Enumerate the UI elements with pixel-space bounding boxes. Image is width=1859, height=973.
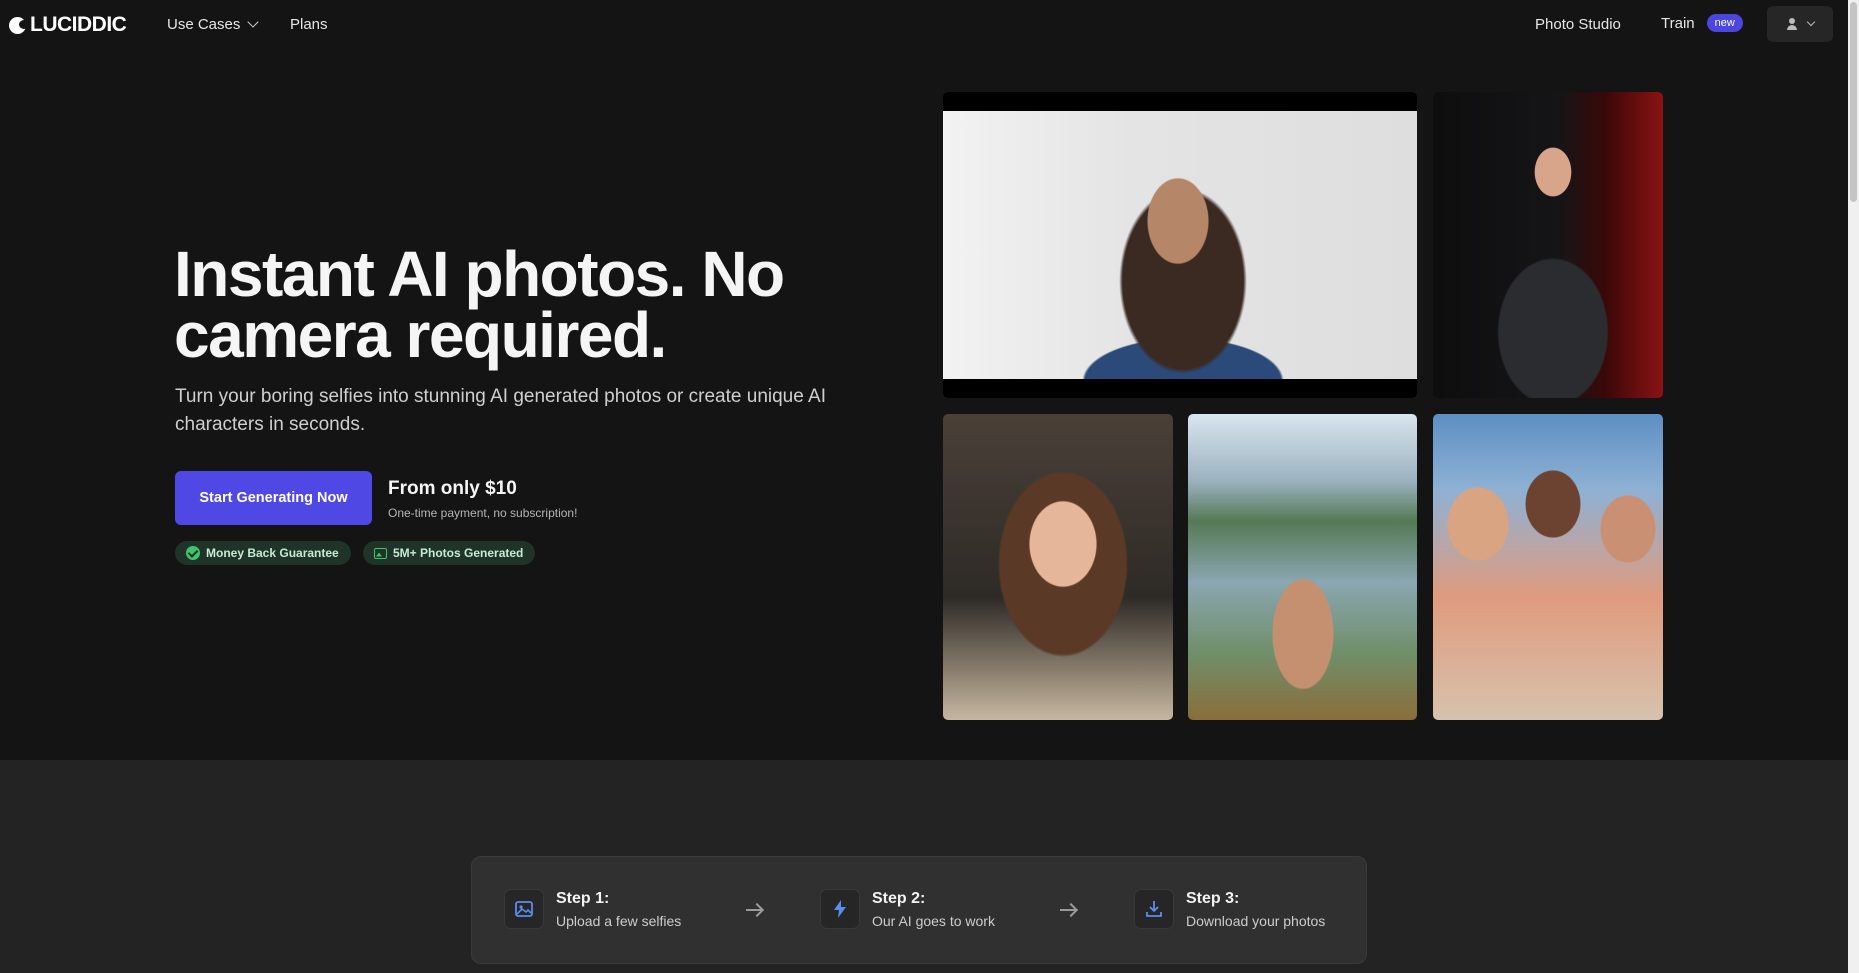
step-2-desc: Our AI goes to work (872, 912, 995, 929)
nav-plans-label: Plans (290, 16, 328, 33)
price-main: From only $10 (388, 478, 517, 499)
photos-generated-label: 5M+ Photos Generated (393, 546, 524, 560)
step-1-desc: Upload a few selfies (556, 912, 682, 929)
nav-photo-studio-label: Photo Studio (1535, 16, 1621, 33)
nav-plans[interactable]: Plans (290, 16, 328, 33)
step-1-title: Step 1: (556, 889, 610, 907)
nav-train-label: Train (1661, 14, 1695, 32)
brand-name: LUCIDDIC (30, 13, 127, 36)
money-back-badge: Money Back Guarantee (175, 541, 351, 565)
chevron-down-icon (247, 16, 260, 28)
step-3-desc: Download your photos (1186, 912, 1326, 929)
step-2-title: Step 2: (872, 889, 926, 907)
page-scrollbar[interactable] (1848, 0, 1859, 973)
lightning-icon (820, 889, 860, 929)
step-1: Step 1: Upload a few selfies (504, 889, 681, 929)
top-nav: LUCIDDIC Use Cases Plans Photo Studio Tr… (0, 0, 1848, 50)
image-icon (504, 889, 544, 929)
nav-train[interactable]: Train new (1661, 14, 1743, 32)
brand-logo[interactable]: LUCIDDIC (9, 13, 127, 37)
arrow-right-icon (746, 909, 762, 911)
gallery-photo-woman-portrait (943, 92, 1417, 398)
user-icon (1786, 18, 1798, 30)
gallery-photo-man-speaker (1433, 92, 1663, 398)
hero-title: Instant AI photos. No camera required. (174, 238, 785, 371)
photo-icon (374, 547, 387, 559)
check-circle-icon (186, 546, 200, 560)
money-back-label: Money Back Guarantee (206, 546, 339, 560)
pricing-info: From only $10 One-time payment, no subsc… (388, 478, 577, 520)
gallery-photo-meditation-lake (1188, 414, 1417, 720)
start-generating-button[interactable]: Start Generating Now (175, 471, 372, 525)
price-note: One-time payment, no subscription! (388, 506, 578, 520)
step-2: Step 2: Our AI goes to work (820, 889, 995, 929)
chevron-down-icon (1806, 17, 1816, 27)
scrollbar-thumb[interactable] (1850, 2, 1857, 202)
step-3: Step 3: Download your photos (1134, 889, 1325, 929)
logo-icon (9, 16, 29, 34)
step-3-title: Step 3: (1186, 889, 1240, 907)
nav-use-cases-label: Use Cases (167, 16, 241, 33)
steps-bar: Step 1: Upload a few selfies Step 2: Our… (471, 856, 1367, 964)
gallery-photo-group-friends (1433, 414, 1663, 720)
hero-subtitle: Turn your boring selfies into stunning A… (175, 386, 826, 435)
gallery-photo-smiling-woman (943, 414, 1173, 720)
nav-photo-studio[interactable]: Photo Studio (1535, 16, 1621, 33)
nav-use-cases[interactable]: Use Cases (167, 16, 260, 33)
new-badge: new (1706, 14, 1743, 32)
photos-generated-badge: 5M+ Photos Generated (363, 541, 536, 565)
download-icon (1134, 889, 1174, 929)
user-menu-button[interactable] (1767, 6, 1833, 42)
arrow-right-icon (1060, 909, 1076, 911)
